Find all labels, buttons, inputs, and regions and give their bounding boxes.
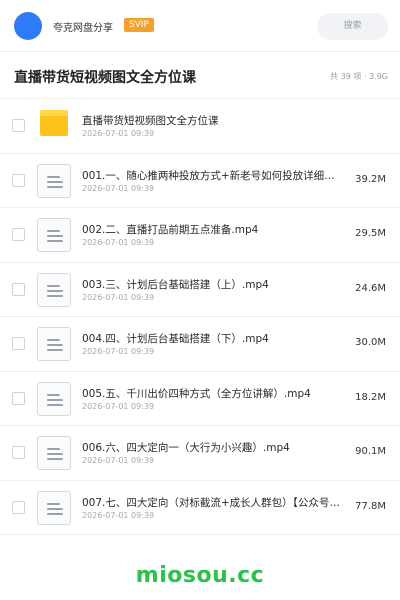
file-name: 006.六、四大定向一（大行为小兴趣）.mp4 [82,442,290,454]
username: 夸克网盘分享 [53,23,113,34]
search-button[interactable]: 搜索 [317,13,388,40]
list-item[interactable]: 007.七、四大定向（对标截流+成长人群包）【公众号：新媒体课程】.mp4 20… [0,481,400,535]
select-checkbox[interactable] [12,282,25,296]
select-checkbox[interactable] [12,119,25,132]
file-size: 18.2M [355,391,386,403]
file-date: 2026-07-01 09:39 [82,510,155,520]
file-size: 24.6M [355,282,386,294]
file-date: 2026-07-01 09:39 [82,238,155,247]
site-watermark: miosou.cc [135,563,265,588]
file-date: 2026-07-01 09:39 [82,183,155,193]
file-name: 004.四、计划后台基础搭建（下）.mp4 [82,333,269,345]
select-checkbox[interactable] [12,228,25,241]
file-size: 39.2M [355,173,386,185]
file-date: 2026-07-01 09:39 [82,292,155,302]
list-item[interactable]: 001.一、随心推两种投放方式+新老号如何投放详细讲解.mp4 2026-07-… [0,154,400,208]
select-checkbox[interactable] [12,446,25,459]
select-checkbox[interactable] [12,173,25,187]
document-icon [37,327,71,361]
file-list: 直播带货短视频图文全方位课 2026-07-01 09:39 001.一、随心推… [0,99,400,535]
document-icon [37,218,71,252]
file-size: 30.0M [355,337,386,348]
file-name: 007.七、四大定向（对标截流+成长人群包）【公众号：新媒体课程】.mp4 [82,496,344,509]
file-name: 直播带货短视频图文全方位课 [82,115,219,127]
file-date: 2026-07-01 09:39 [82,347,155,356]
document-icon [37,490,71,525]
file-name: 002.二、直播打品前期五点准备.mp4 [82,224,259,236]
document-icon [37,163,71,198]
list-item[interactable]: 003.三、计划后台基础搭建（上）.mp4 2026-07-01 09:39 2… [0,263,400,317]
select-checkbox[interactable] [12,391,25,405]
document-icon [37,436,71,470]
file-size: 90.1M [355,446,386,457]
list-item[interactable]: 直播带货短视频图文全方位课 2026-07-01 09:39 [0,99,400,154]
list-item[interactable]: 004.四、计划后台基础搭建（下）.mp4 2026-07-01 09:39 3… [0,317,400,372]
file-date: 2026-07-01 09:39 [82,401,155,411]
folder-title-bar: 直播带货短视频图文全方位课 共 39 项 · 3.9G [0,52,400,99]
list-item[interactable]: 006.六、四大定向一（大行为小兴趣）.mp4 2026-07-01 09:39… [0,426,400,481]
select-checkbox[interactable] [12,337,25,350]
file-date: 2026-07-01 09:39 [82,129,155,138]
folder-icon [37,109,71,143]
file-name: 003.三、计划后台基础搭建（上）.mp4 [82,278,269,291]
file-name: 001.一、随心推两种投放方式+新老号如何投放详细讲解.mp4 [82,169,344,182]
app-header: 夸克网盘分享 SVIP 搜索 [0,0,400,52]
file-date: 2026-07-01 09:39 [82,456,155,465]
folder-meta: 共 39 项 · 3.9G [330,72,388,81]
document-icon [37,272,71,307]
file-name: 005.五、千川出价四种方式（全方位讲解）.mp4 [82,387,311,400]
document-icon [37,381,71,416]
list-item[interactable]: 005.五、千川出价四种方式（全方位讲解）.mp4 2026-07-01 09:… [0,372,400,426]
page-title: 直播带货短视频图文全方位课 [14,70,196,86]
file-size: 77.8M [355,500,386,512]
select-checkbox[interactable] [12,500,25,514]
avatar[interactable] [14,12,42,40]
list-item[interactable]: 002.二、直播打品前期五点准备.mp4 2026-07-01 09:39 29… [0,208,400,263]
file-size: 29.5M [355,228,386,239]
svip-badge: SVIP [124,18,154,32]
